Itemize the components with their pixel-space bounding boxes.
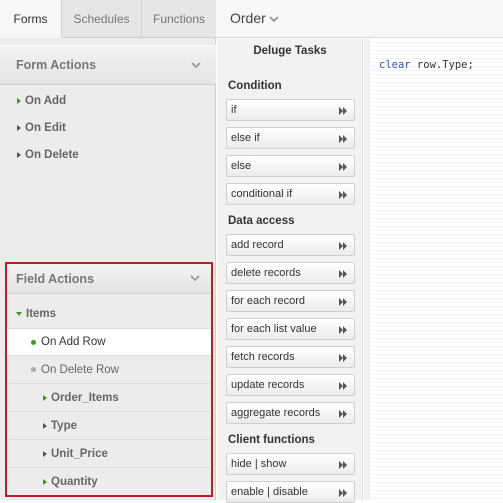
task-label: add record <box>231 239 284 251</box>
inactive-dot-icon <box>31 367 36 372</box>
form-action-on-edit[interactable]: On Edit <box>17 122 66 134</box>
form-action-label: On Add <box>25 95 67 107</box>
form-actions-title: Form Actions <box>16 58 97 72</box>
task-conditional-if[interactable]: conditional if <box>226 183 355 205</box>
field-type[interactable]: Type <box>7 412 211 440</box>
double-arrow-right-icon <box>339 382 347 390</box>
double-arrow-right-icon <box>339 107 347 115</box>
task-label: for each record <box>231 295 305 307</box>
form-action-on-add[interactable]: On Add <box>17 95 66 107</box>
task-label: else <box>231 160 252 172</box>
field-actions-header[interactable]: Field Actions <box>7 264 211 294</box>
double-arrow-right-icon <box>339 298 347 306</box>
task-fetch-records[interactable]: fetch records <box>226 346 355 368</box>
field-label: Type <box>51 419 77 432</box>
tab-forms[interactable]: Forms <box>0 0 62 38</box>
task-label: for each list value <box>231 323 317 335</box>
double-arrow-right-icon <box>339 326 347 334</box>
chevron-down-icon[interactable] <box>190 59 202 71</box>
field-order-items[interactable]: Order_Items <box>7 384 211 412</box>
task-category-condition: Condition <box>228 80 282 92</box>
expand-right-icon <box>43 450 47 457</box>
task-label: hide | show <box>231 458 287 470</box>
expand-right-icon <box>43 479 47 485</box>
field-action-label: On Delete Row <box>41 363 119 376</box>
task-label: delete records <box>231 267 301 279</box>
expand-right-icon <box>17 125 21 131</box>
field-label: Quantity <box>51 476 98 488</box>
field-actions-title: Field Actions <box>16 271 95 286</box>
tab-functions[interactable]: Functions <box>142 0 216 38</box>
field-group-label: Items <box>26 308 57 320</box>
expand-right-icon <box>17 152 21 158</box>
task-category-data-access: Data access <box>228 215 295 227</box>
form-title[interactable]: Order <box>230 10 266 26</box>
form-action-on-delete[interactable]: On Delete <box>17 149 79 161</box>
task-label: enable | disable <box>231 486 308 498</box>
task-else-if[interactable]: else if <box>226 127 355 149</box>
task-for-each-list-value[interactable]: for each list value <box>226 318 355 340</box>
deluge-tasks-panel: Deluge Tasks Condition if else if else c… <box>217 39 363 503</box>
task-hide-show[interactable]: hide | show <box>226 453 355 475</box>
expand-right-icon <box>43 394 47 401</box>
field-label: Unit_Price <box>51 447 108 460</box>
code-line[interactable]: clear row.Type; <box>379 59 474 71</box>
double-arrow-right-icon <box>339 489 347 497</box>
expand-down-icon <box>16 312 22 316</box>
chevron-down-icon[interactable] <box>269 14 279 24</box>
field-group-items[interactable]: Items <box>7 300 211 328</box>
double-arrow-right-icon <box>339 135 347 143</box>
tab-bar: Forms Schedules Functions <box>0 0 216 38</box>
task-label: else if <box>231 132 260 144</box>
code-keyword: clear <box>379 59 411 71</box>
field-quantity[interactable]: Quantity <box>7 468 211 496</box>
double-arrow-right-icon <box>339 163 347 171</box>
double-arrow-right-icon <box>339 242 347 250</box>
field-actions-panel: Field Actions Items On Add Row On Delete… <box>5 262 213 497</box>
form-action-label: On Delete <box>25 149 79 161</box>
task-aggregate-records[interactable]: aggregate records <box>226 402 355 424</box>
field-action-on-add-row[interactable]: On Add Row <box>7 328 211 356</box>
double-arrow-right-icon <box>339 191 347 199</box>
expand-right-icon <box>17 98 21 104</box>
chevron-down-icon[interactable] <box>189 272 201 284</box>
field-label: Order_Items <box>51 391 119 404</box>
double-arrow-right-icon <box>339 270 347 278</box>
form-action-label: On Edit <box>25 122 66 134</box>
task-add-record[interactable]: add record <box>226 234 355 256</box>
task-for-each-record[interactable]: for each record <box>226 290 355 312</box>
double-arrow-right-icon <box>339 354 347 362</box>
task-label: conditional if <box>231 188 293 200</box>
field-unit-price[interactable]: Unit_Price <box>7 440 211 468</box>
task-delete-records[interactable]: delete records <box>226 262 355 284</box>
form-title-bar: Order <box>216 0 503 38</box>
field-action-label: On Add Row <box>41 336 106 348</box>
left-panel: Forms Schedules Functions Form Actions O… <box>0 0 216 500</box>
task-label: fetch records <box>231 351 295 363</box>
form-actions-header[interactable]: Form Actions <box>0 45 216 85</box>
double-arrow-right-icon <box>339 461 347 469</box>
task-label: update records <box>231 379 305 391</box>
task-if[interactable]: if <box>226 99 355 121</box>
task-category-client-functions: Client functions <box>228 434 315 446</box>
code-text: row.Type; <box>410 59 474 71</box>
task-update-records[interactable]: update records <box>226 374 355 396</box>
active-dot-icon <box>31 339 36 345</box>
task-label: if <box>231 104 237 116</box>
tasks-title: Deluge Tasks <box>253 45 327 57</box>
field-action-on-delete-row[interactable]: On Delete Row <box>7 356 211 384</box>
task-label: aggregate records <box>231 407 321 419</box>
tab-schedules[interactable]: Schedules <box>62 0 142 38</box>
double-arrow-right-icon <box>339 410 347 418</box>
script-editor[interactable]: clear row.Type; <box>364 39 503 500</box>
task-else[interactable]: else <box>226 155 355 177</box>
expand-right-icon <box>43 422 47 429</box>
